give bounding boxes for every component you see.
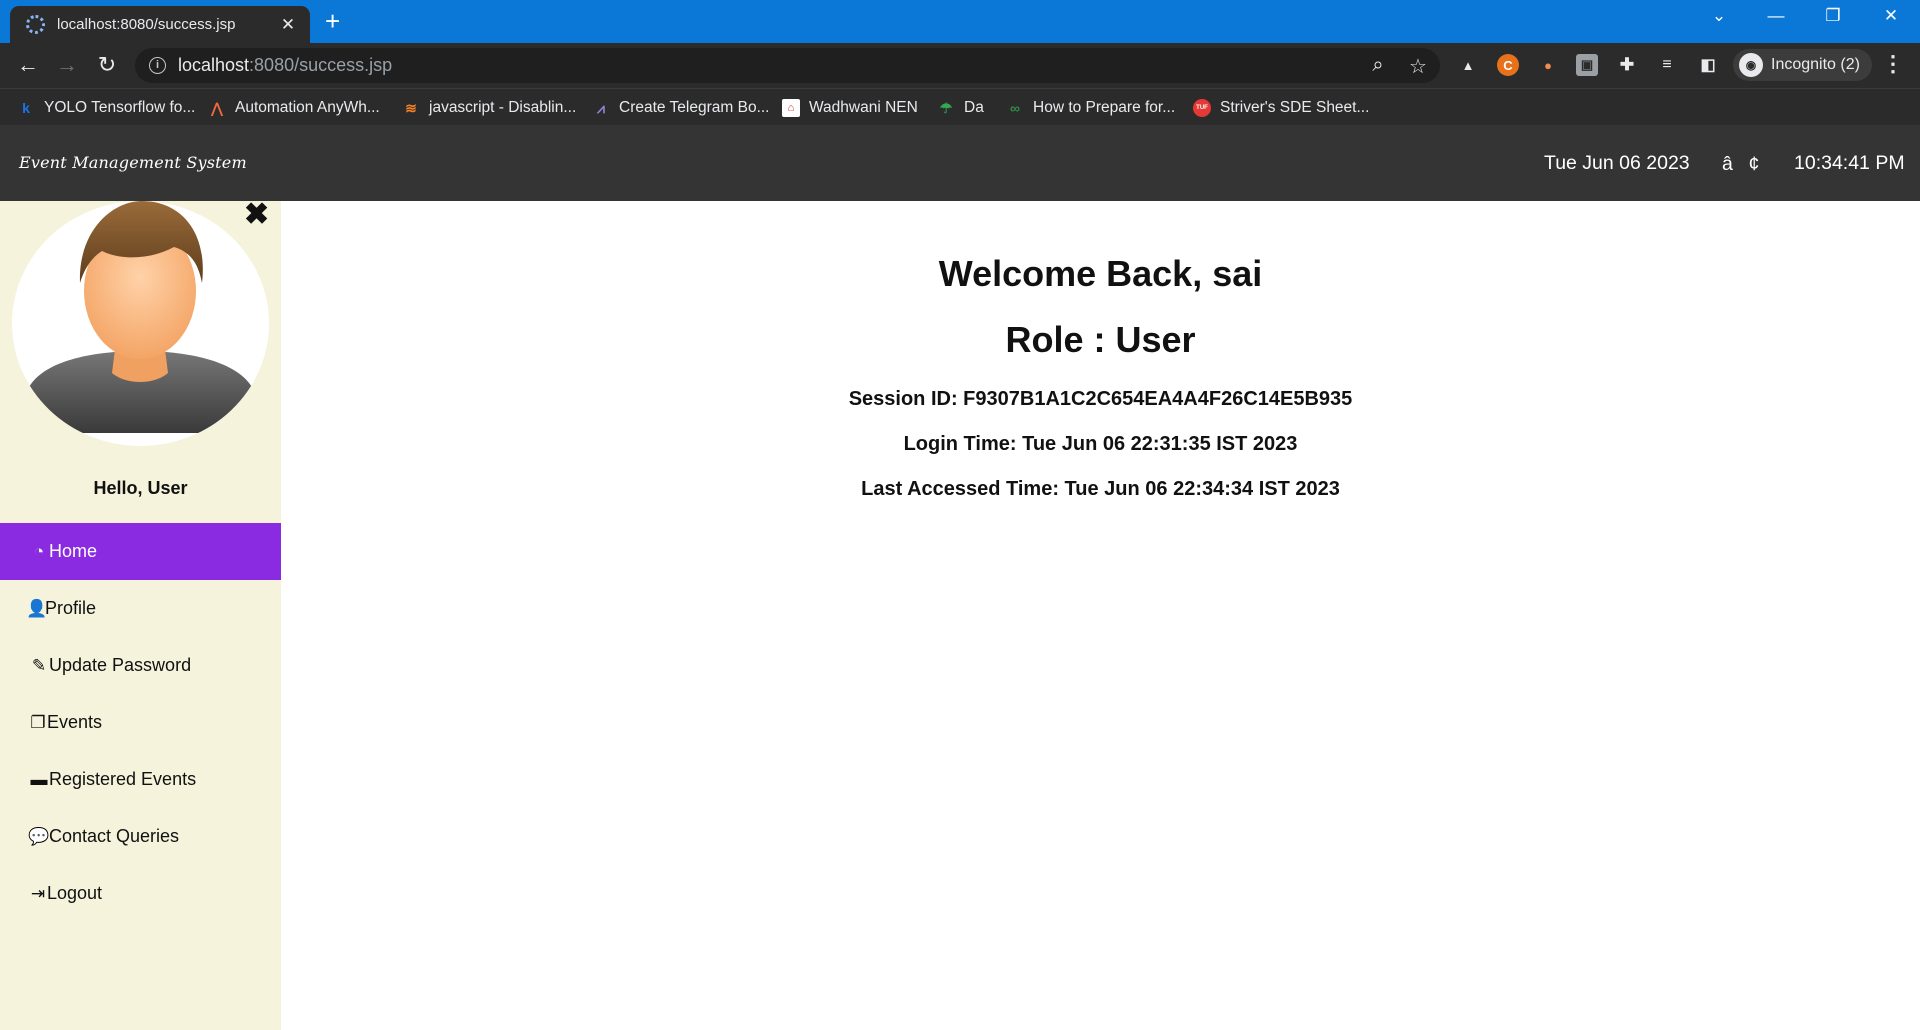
browser-tab-strip: localhost:8080/success.jsp ✕ + ⌄ — ❐ ✕	[0, 0, 1920, 43]
sidebar-item-label: Home	[49, 541, 98, 561]
bookmark-item[interactable]: ≋ javascript - Disablin...	[402, 97, 576, 119]
header-clock: 10:34:41 PM	[1794, 152, 1905, 174]
tab-close-icon[interactable]: ✕	[278, 15, 298, 35]
sidebar-item-label: Logout	[47, 883, 103, 903]
site-info-icon[interactable]: i	[149, 57, 166, 74]
tab-title: localhost:8080/success.jsp	[57, 16, 236, 33]
back-icon[interactable]: ←	[14, 52, 42, 78]
sidebar-item-label: Update Password	[49, 655, 192, 675]
sidebar-item-profile[interactable]: 👤 Profile	[0, 580, 281, 637]
edit-icon: ✎	[31, 655, 47, 675]
extension-image-icon[interactable]: ▣	[1576, 54, 1598, 76]
dashboard-icon: ◔	[33, 541, 45, 561]
bookmark-nen-icon: ⌂	[782, 99, 800, 117]
minimize-button[interactable]: —	[1761, 6, 1791, 26]
logout-icon: ⇥	[30, 883, 46, 903]
bookmark-gfg-icon: ∞	[1010, 100, 1020, 116]
header-date: Tue Jun 06 2023	[1544, 152, 1690, 174]
brand-logo[interactable]: Event Management System	[19, 153, 247, 172]
zoom-icon[interactable]: ⌕	[1365, 54, 1391, 77]
user-greeting: Hello, User	[93, 478, 188, 498]
incognito-icon: ◉	[1739, 53, 1763, 77]
bookmark-tuf-icon: TUF	[1193, 99, 1211, 117]
incognito-badge[interactable]: ◉ Incognito (2)	[1733, 49, 1872, 81]
restore-button[interactable]: ❐	[1818, 6, 1848, 26]
bookmark-item[interactable]: ☂ Da	[937, 97, 984, 119]
bookmark-star-icon[interactable]: ☆	[1405, 54, 1431, 79]
sidebar-item-label: Contact Queries	[49, 826, 180, 846]
bookmark-item[interactable]: TUF Striver's SDE Sheet...	[1193, 97, 1369, 119]
bookmark-k-icon: k	[22, 100, 30, 116]
forward-icon[interactable]: →	[53, 52, 81, 78]
extensions-puzzle-icon[interactable]: ✚	[1616, 54, 1638, 76]
loading-favicon-icon	[26, 15, 45, 34]
close-icon[interactable]: ✖	[244, 197, 269, 232]
last-accessed-time: Last Accessed Time: Tue Jun 06 22:34:34 …	[861, 478, 1340, 500]
sidebar-item-label: Events	[47, 712, 103, 732]
sidebar-item-label: Registered Events	[49, 769, 197, 789]
bookmark-item[interactable]: ⌂ Wadhwani NEN	[782, 97, 918, 119]
bookmark-item[interactable]: ∞ How to Prepare for...	[1006, 97, 1175, 119]
extension-drive-icon[interactable]: ▲	[1457, 54, 1479, 76]
bookmark-a-icon: ⋀	[211, 99, 223, 116]
incognito-label: Incognito (2)	[1771, 56, 1860, 73]
address-bar[interactable]: i localhost:8080/success.jsp ⌕ ☆	[135, 48, 1440, 83]
side-panel-icon[interactable]: ◧	[1697, 54, 1719, 76]
session-id: Session ID: F9307B1A1C2C654EA4A4F26C14E5…	[848, 388, 1353, 410]
reload-icon[interactable]: ↻	[93, 52, 121, 78]
comments-icon: 💬	[28, 826, 50, 846]
sidebar-nav: ◔ Home 👤 Profile ✎ Update Password ❐ Eve…	[0, 523, 281, 922]
sidebar-item-home[interactable]: ◔ Home	[0, 523, 281, 580]
new-tab-button[interactable]: +	[325, 8, 340, 34]
bookmark-item[interactable]: ⋀ Automation AnyWh...	[208, 97, 380, 119]
browser-menu-icon[interactable]: ⋮	[1882, 51, 1904, 77]
copy-icon: ❐	[30, 712, 46, 732]
bookmark-stackoverflow-icon: ≋	[405, 99, 417, 116]
site-header: Event Management System Tue Jun 06 2023 …	[0, 125, 1920, 201]
sidebar-item-label: Profile	[45, 598, 97, 618]
welcome-heading: Welcome Back, sai	[938, 253, 1263, 294]
browser-toolbar: ← → ↻ i localhost:8080/success.jsp ⌕ ☆ ▲…	[0, 43, 1920, 88]
sidebar-item-contact-queries[interactable]: 💬 Contact Queries	[0, 808, 281, 865]
url-text: localhost:8080/success.jsp	[178, 55, 393, 75]
extension-drop-icon[interactable]: ●	[1537, 54, 1559, 76]
default-user-avatar-icon	[28, 201, 253, 433]
browser-tab[interactable]: localhost:8080/success.jsp ✕	[10, 6, 310, 43]
header-separator: â¢	[1722, 153, 1760, 175]
sidebar-item-update-password[interactable]: ✎ Update Password	[0, 637, 281, 694]
close-window-button[interactable]: ✕	[1876, 6, 1906, 26]
sidebar-item-events[interactable]: ❐ Events	[0, 694, 281, 751]
bookmark-umbrella-icon: ☂	[939, 99, 953, 116]
bookmark-dev-icon: ⩘	[597, 99, 605, 116]
reading-list-icon[interactable]: ≡	[1656, 54, 1678, 76]
user-icon: 👤	[26, 598, 48, 618]
bookmarks-bar: k YOLO Tensorflow fo... ⋀ Automation Any…	[0, 88, 1920, 125]
tab-search-icon[interactable]: ⌄	[1704, 6, 1734, 26]
credit-card-icon: ▬	[30, 769, 48, 789]
sidebar-item-registered-events[interactable]: ▬ Registered Events	[0, 751, 281, 808]
sidebar: ✖ Hello, User ◔ Home 👤 Profile ✎ Update …	[0, 198, 281, 1030]
bookmark-item[interactable]: k YOLO Tensorflow fo...	[17, 97, 195, 119]
sidebar-item-logout[interactable]: ⇥ Logout	[0, 865, 281, 922]
role-heading: Role : User	[1005, 319, 1196, 360]
avatar	[12, 201, 269, 446]
bookmark-item[interactable]: ⩘ Create Telegram Bo...	[592, 97, 769, 119]
login-time: Login Time: Tue Jun 06 22:31:35 IST 2023	[903, 433, 1298, 455]
extension-c-icon[interactable]: C	[1497, 54, 1519, 76]
